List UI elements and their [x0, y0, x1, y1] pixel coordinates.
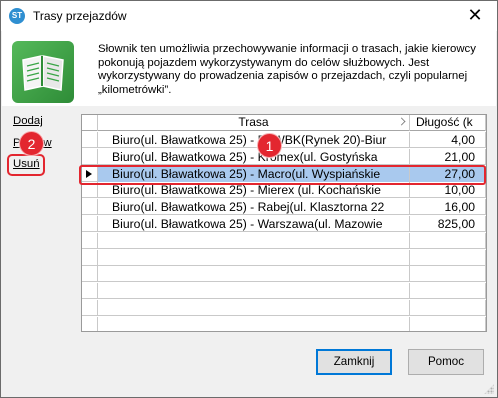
app-icon: ST — [9, 8, 25, 24]
empty-table-row[interactable] — [82, 283, 486, 300]
row-indicator-cell[interactable] — [82, 283, 98, 300]
dlugosc-cell[interactable] — [410, 232, 486, 249]
header-indicator-cell — [82, 115, 98, 131]
selected-row-highlight-box — [79, 165, 486, 185]
dlugosc-cell[interactable]: 4,00 — [410, 132, 486, 148]
book-icon — [12, 41, 74, 103]
empty-table-row[interactable] — [82, 316, 486, 331]
row-indicator-cell[interactable] — [82, 300, 98, 316]
zamknij-button[interactable]: Zamknij — [316, 349, 392, 375]
description-text: Słownik ten umożliwia przechowywanie inf… — [98, 43, 476, 96]
routes-grid[interactable]: Trasa Długość (k Biuro(ul. Bławatkowa 25… — [81, 114, 487, 332]
trasa-cell[interactable] — [98, 283, 410, 300]
trasa-cell[interactable] — [98, 249, 410, 266]
pomoc-button[interactable]: Pomoc — [408, 349, 484, 375]
title-bar[interactable]: ST Trasy przejazdów ✕ — [1, 1, 497, 31]
row-indicator-cell[interactable] — [82, 232, 98, 249]
usun-highlight-box — [7, 154, 45, 176]
column-header-dlugosc[interactable]: Długość (k — [410, 115, 486, 131]
close-icon[interactable]: ✕ — [453, 1, 497, 31]
dodaj-link[interactable]: Dodaj — [13, 115, 43, 127]
step-badge-2: 2 — [19, 131, 44, 156]
row-indicator-cell[interactable] — [82, 249, 98, 266]
empty-table-row[interactable] — [82, 300, 486, 316]
empty-table-row[interactable] — [82, 249, 486, 266]
dlugosc-cell[interactable]: 825,00 — [410, 216, 486, 232]
empty-table-row[interactable] — [82, 232, 486, 249]
trasa-cell[interactable] — [98, 316, 410, 331]
info-panel: Słownik ten umożliwia przechowywanie inf… — [2, 31, 496, 106]
dlugosc-cell[interactable]: 16,00 — [410, 199, 486, 216]
row-indicator-cell[interactable] — [82, 132, 98, 148]
trasa-cell[interactable] — [98, 266, 410, 283]
trasa-cell[interactable] — [98, 300, 410, 316]
row-indicator-cell[interactable] — [82, 266, 98, 283]
table-row[interactable]: Biuro(ul. Bławatkowa 25) - BZWBK(Rynek 2… — [82, 132, 486, 148]
row-indicator-cell[interactable] — [82, 216, 98, 232]
trasa-cell[interactable]: Biuro(ul. Bławatkowa 25) - Kromex(ul. Go… — [98, 148, 410, 165]
window-title: Trasy przejazdów — [33, 9, 127, 23]
empty-table-row[interactable] — [82, 266, 486, 283]
dlugosc-cell[interactable] — [410, 316, 486, 331]
resize-grip-icon[interactable] — [484, 384, 494, 394]
dlugosc-cell[interactable]: 21,00 — [410, 148, 486, 165]
dlugosc-cell[interactable] — [410, 283, 486, 300]
trasa-cell[interactable] — [98, 232, 410, 249]
column-header-trasa[interactable]: Trasa — [98, 115, 410, 131]
trasa-cell[interactable]: Biuro(ul. Bławatkowa 25) - Warszawa(ul. … — [98, 216, 410, 232]
table-row[interactable]: Biuro(ul. Bławatkowa 25) - Kromex(ul. Go… — [82, 148, 486, 165]
dlugosc-cell[interactable] — [410, 300, 486, 316]
column-header-trasa-label: Trasa — [238, 115, 269, 129]
dialog-window: ST Trasy przejazdów ✕ Słownik ten umożli… — [0, 0, 498, 398]
grid-header: Trasa Długość (k — [82, 115, 486, 131]
trasa-cell[interactable]: Biuro(ul. Bławatkowa 25) - Rabej(ul. Kla… — [98, 199, 410, 216]
dlugosc-cell[interactable] — [410, 249, 486, 266]
sort-icon — [397, 117, 406, 126]
step-badge-1: 1 — [257, 133, 282, 158]
table-row[interactable]: Biuro(ul. Bławatkowa 25) - Rabej(ul. Kla… — [82, 199, 486, 216]
dlugosc-cell[interactable] — [410, 266, 486, 283]
trasa-cell[interactable]: Biuro(ul. Bławatkowa 25) - BZWBK(Rynek 2… — [98, 132, 410, 148]
table-row[interactable]: Biuro(ul. Bławatkowa 25) - Warszawa(ul. … — [82, 216, 486, 232]
row-indicator-cell[interactable] — [82, 316, 98, 331]
row-indicator-cell[interactable] — [82, 148, 98, 165]
row-indicator-cell[interactable] — [82, 199, 98, 216]
